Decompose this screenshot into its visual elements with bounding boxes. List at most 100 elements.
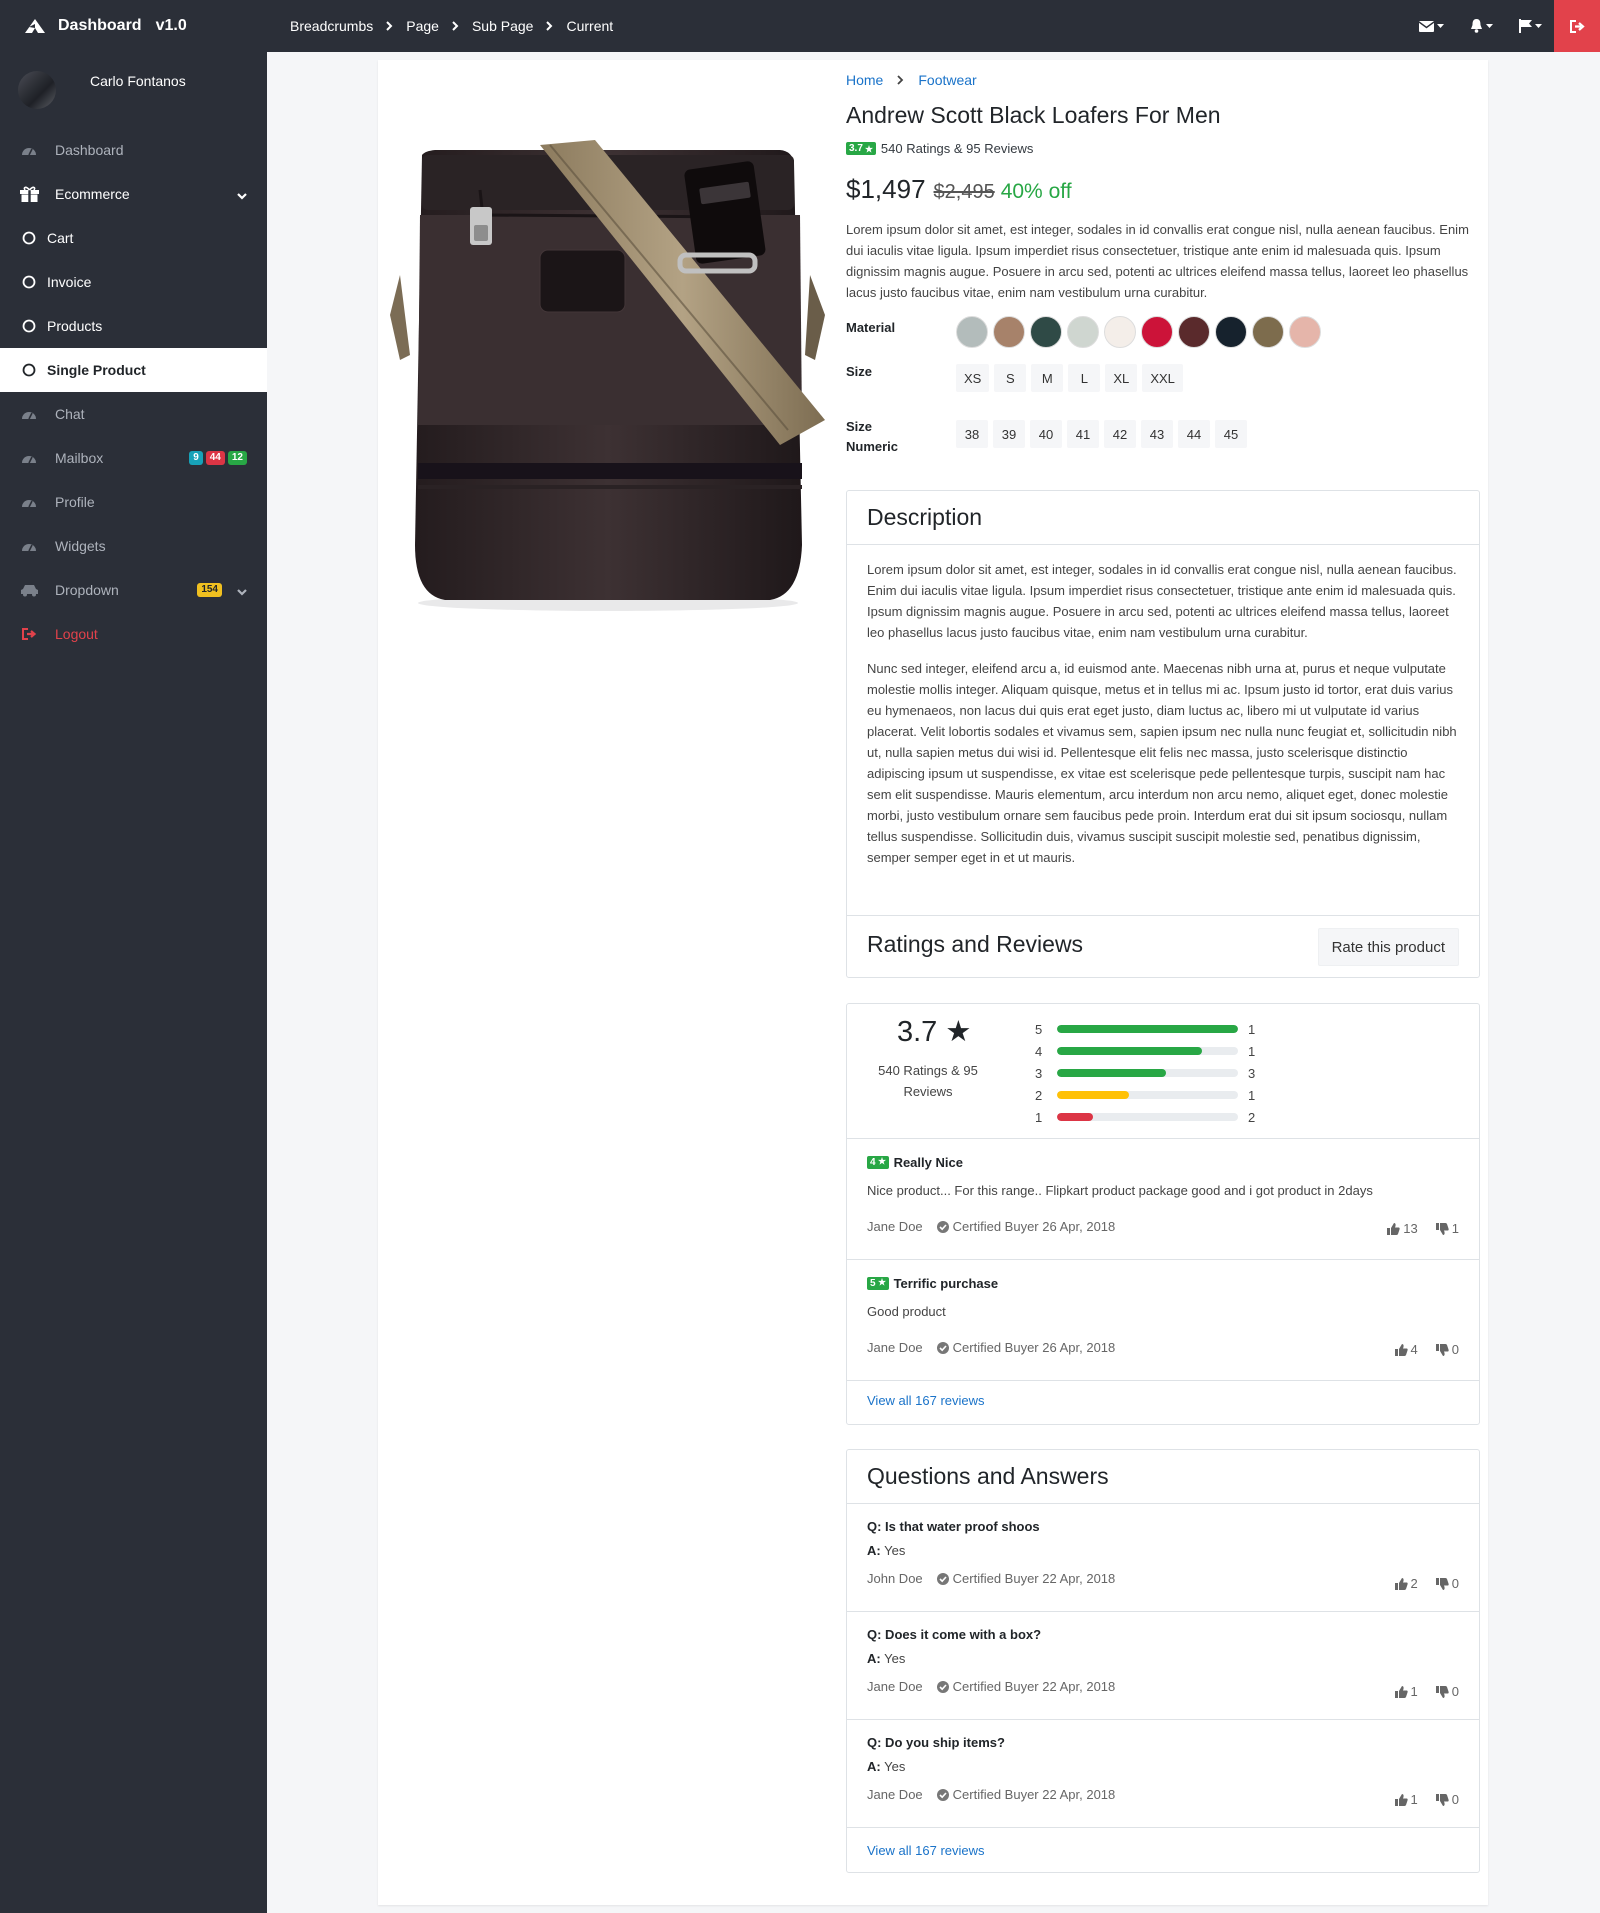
star-icon bbox=[864, 144, 873, 153]
view-all-reviews-link[interactable]: View all 167 reviews bbox=[867, 1393, 985, 1408]
thumbs-up-icon bbox=[1394, 1577, 1408, 1590]
upvote-count: 1 bbox=[1410, 1684, 1418, 1699]
review-author: Jane Doe bbox=[867, 1340, 923, 1355]
size-option[interactable]: 44 bbox=[1178, 420, 1210, 448]
rating-bar-star: 5 bbox=[1035, 1021, 1043, 1037]
size-option[interactable]: 41 bbox=[1067, 420, 1099, 448]
sidebar-item-logout[interactable]: Logout bbox=[0, 612, 267, 656]
sidebar-item-label: Chat bbox=[55, 406, 85, 422]
product-info: Home Footwear Andrew Scott Black Loafers… bbox=[846, 68, 1481, 457]
review-votes: 13 1 bbox=[1387, 1221, 1459, 1236]
upvote-button[interactable]: 4 bbox=[1394, 1342, 1418, 1357]
breadcrumb-current: Current bbox=[566, 18, 614, 34]
user-panel[interactable]: Carlo Fontanos bbox=[0, 52, 267, 122]
certified-buyer-text: Certified Buyer 22 Apr, 2018 bbox=[952, 1679, 1116, 1694]
material-swatch[interactable] bbox=[993, 316, 1025, 348]
sidebar-item-profile[interactable]: Profile bbox=[0, 480, 267, 524]
chevron-down-icon bbox=[237, 583, 247, 599]
rate-product-button[interactable]: Rate this product bbox=[1317, 928, 1459, 966]
sidebar-item-mailbox[interactable]: Mailbox 9 44 12 bbox=[0, 436, 267, 480]
downvote-button[interactable]: 1 bbox=[1435, 1221, 1459, 1236]
product-short-description: Lorem ipsum dolor sit amet, est integer,… bbox=[846, 222, 1469, 300]
sidebar-item-widgets[interactable]: Widgets bbox=[0, 524, 267, 568]
size-option[interactable]: 42 bbox=[1104, 420, 1136, 448]
breadcrumb-item[interactable]: Breadcrumbs bbox=[290, 18, 373, 34]
badge-count: 12 bbox=[227, 451, 247, 465]
material-options: Material bbox=[846, 316, 1481, 348]
dropdown-badge: 154 bbox=[197, 583, 222, 597]
sidebar-item-ecommerce[interactable]: Ecommerce bbox=[0, 172, 267, 216]
material-swatch[interactable] bbox=[1289, 316, 1321, 348]
check-circle-icon bbox=[936, 1788, 949, 1801]
product-title: Andrew Scott Black Loafers For Men bbox=[846, 102, 1221, 128]
size-option[interactable]: M bbox=[1031, 364, 1064, 392]
size-option[interactable]: 39 bbox=[993, 420, 1025, 448]
product-rating: 3.7 540 Ratings & 95 Reviews bbox=[846, 141, 1481, 156]
size-option[interactable]: 43 bbox=[1141, 420, 1173, 448]
size-option[interactable]: XXL bbox=[1142, 364, 1183, 392]
breadcrumb-item[interactable]: Page bbox=[406, 18, 439, 34]
rating-bar-row: 21 bbox=[1035, 1084, 1255, 1106]
tachometer-icon bbox=[19, 453, 39, 464]
view-all-qa-link[interactable]: View all 167 reviews bbox=[867, 1843, 985, 1858]
material-swatch[interactable] bbox=[1252, 316, 1284, 348]
caret-down-icon bbox=[1437, 24, 1444, 28]
material-swatch[interactable] bbox=[1104, 316, 1136, 348]
qa-answer-text: Yes bbox=[884, 1759, 906, 1774]
original-price: $2,495 bbox=[933, 181, 995, 203]
sidebar-item-single-product[interactable]: Single Product bbox=[0, 348, 267, 392]
product-image[interactable] bbox=[390, 125, 825, 615]
logout-button[interactable] bbox=[1554, 0, 1600, 52]
thumbs-up-icon bbox=[1387, 1222, 1400, 1235]
sidebar-item-products[interactable]: Products bbox=[0, 304, 267, 348]
size-option[interactable]: 38 bbox=[956, 420, 988, 448]
product-breadcrumb: Home Footwear bbox=[846, 68, 1481, 92]
size-option[interactable]: XS bbox=[956, 364, 990, 392]
breadcrumb-home-link[interactable]: Home bbox=[846, 72, 883, 88]
rating-summary-text: 540 Ratings & 95 Reviews bbox=[878, 1063, 978, 1099]
material-swatch[interactable] bbox=[1215, 316, 1247, 348]
size-option[interactable]: S bbox=[994, 364, 1027, 392]
breadcrumb-item[interactable]: Sub Page bbox=[472, 18, 534, 34]
sidebar-item-dropdown[interactable]: Dropdown 154 bbox=[0, 568, 267, 612]
qa-meta: John Doe Certified Buyer 22 Apr, 2018 bbox=[867, 1571, 1459, 1586]
upvote-button[interactable]: 13 bbox=[1387, 1221, 1418, 1236]
size-option[interactable]: 40 bbox=[1030, 420, 1062, 448]
material-swatch[interactable] bbox=[1141, 316, 1173, 348]
sidebar-item-invoice[interactable]: Invoice bbox=[0, 260, 267, 304]
qa-item: Q: Do you ship items? A: Yes Jane Doe Certi… bbox=[847, 1720, 1479, 1827]
notifications-dropdown[interactable] bbox=[1470, 19, 1493, 33]
size-option[interactable]: XL bbox=[1105, 364, 1138, 392]
material-swatch[interactable] bbox=[1067, 316, 1099, 348]
qa-answer: A: Yes bbox=[867, 1759, 1459, 1774]
brand[interactable]: Dashboard v1.0 bbox=[0, 0, 267, 52]
thumbs-up-icon bbox=[1394, 1343, 1408, 1356]
app-title: Dashboard bbox=[58, 17, 142, 34]
material-swatch[interactable] bbox=[1178, 316, 1210, 348]
upvote-count: 1 bbox=[1410, 1792, 1418, 1807]
certified-buyer-text: Certified Buyer 22 Apr, 2018 bbox=[952, 1571, 1116, 1586]
upvote-button[interactable]: 1 bbox=[1394, 1792, 1418, 1807]
upvote-button[interactable]: 1 bbox=[1394, 1684, 1418, 1699]
size-option[interactable]: 45 bbox=[1215, 420, 1247, 448]
sidebar-item-cart[interactable]: Cart bbox=[0, 216, 267, 260]
size-option[interactable]: L bbox=[1068, 364, 1101, 392]
downvote-button[interactable]: 0 bbox=[1435, 1684, 1459, 1699]
material-swatches bbox=[956, 316, 1321, 348]
flags-dropdown[interactable] bbox=[1519, 19, 1542, 33]
sidebar-item-dashboard[interactable]: Dashboard bbox=[0, 128, 267, 172]
downvote-button[interactable]: 0 bbox=[1435, 1576, 1459, 1591]
review-rating-badge: 5 bbox=[867, 1277, 889, 1290]
breadcrumb-category-link[interactable]: Footwear bbox=[918, 72, 976, 88]
review-rating-badge: 4 bbox=[867, 1156, 889, 1169]
messages-dropdown[interactable] bbox=[1419, 20, 1444, 32]
sidebar-item-chat[interactable]: Chat bbox=[0, 392, 267, 436]
upvote-button[interactable]: 2 bbox=[1394, 1576, 1418, 1591]
material-swatch[interactable] bbox=[956, 316, 988, 348]
material-swatch[interactable] bbox=[1030, 316, 1062, 348]
rating-bar-track bbox=[1057, 1113, 1238, 1121]
downvote-button[interactable]: 0 bbox=[1435, 1342, 1459, 1357]
downvote-button[interactable]: 0 bbox=[1435, 1792, 1459, 1807]
sidebar-item-label: Ecommerce bbox=[55, 186, 130, 202]
size-chips: XS S M L XL XXL bbox=[956, 364, 1183, 392]
